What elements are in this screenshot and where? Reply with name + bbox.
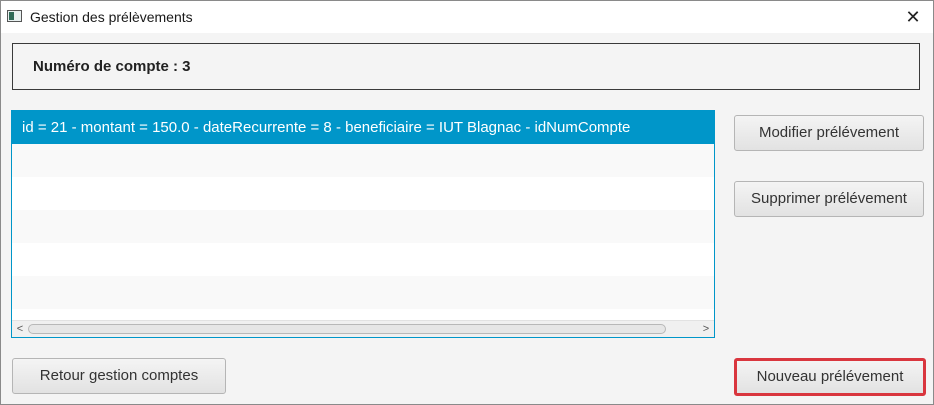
list-item[interactable]: id = 21 - montant = 150.0 - dateRecurren… — [12, 111, 714, 144]
modify-debit-button[interactable]: Modifier prélévement — [734, 115, 924, 151]
scroll-thumb[interactable] — [28, 324, 666, 334]
account-number-panel: Numéro de compte : 3 — [12, 43, 920, 90]
list-item[interactable] — [12, 276, 714, 309]
list-item[interactable] — [12, 210, 714, 243]
title-bar: Gestion des prélèvements ✕ — [1, 1, 933, 33]
window-title: Gestion des prélèvements — [30, 9, 193, 25]
back-to-accounts-button[interactable]: Retour gestion comptes — [12, 358, 226, 394]
list-item[interactable] — [12, 144, 714, 177]
list-item[interactable] — [12, 177, 714, 210]
account-number-label: Numéro de compte : 3 — [33, 58, 191, 75]
close-icon[interactable]: ✕ — [903, 7, 923, 27]
debits-list[interactable]: id = 21 - montant = 150.0 - dateRecurren… — [11, 110, 715, 338]
list-item[interactable] — [12, 243, 714, 276]
scroll-right-icon[interactable]: > — [698, 321, 714, 337]
app-window-icon — [7, 10, 22, 22]
new-debit-button[interactable]: Nouveau prélévement — [734, 358, 926, 396]
window: Gestion des prélèvements ✕ Numéro de com… — [0, 0, 934, 405]
delete-debit-button[interactable]: Supprimer prélévement — [734, 181, 924, 217]
scroll-left-icon[interactable]: < — [12, 321, 28, 337]
horizontal-scrollbar[interactable]: < > — [12, 320, 714, 337]
